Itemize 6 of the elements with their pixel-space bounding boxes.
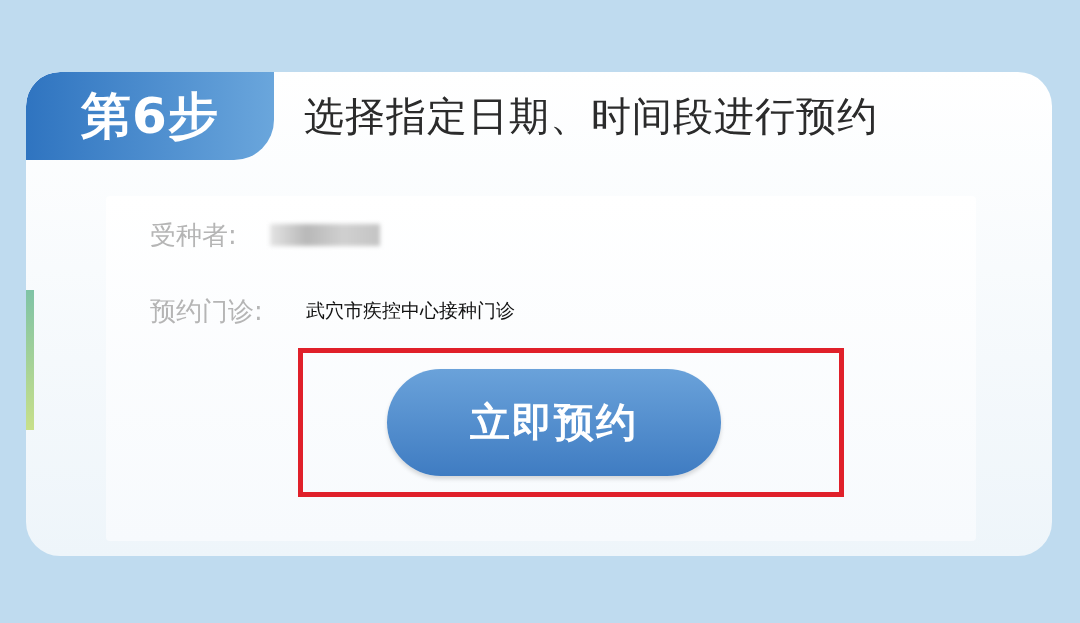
book-now-button[interactable]: 立即预约	[387, 369, 721, 476]
step-badge: 第6步	[26, 72, 274, 160]
step-title: 选择指定日期、时间段进行预约	[304, 91, 878, 141]
field-label: 预约门诊:	[150, 294, 264, 328]
field-value: 武穴市疾控中心接种门诊	[306, 298, 515, 323]
field-label: 受种者:	[150, 218, 238, 252]
